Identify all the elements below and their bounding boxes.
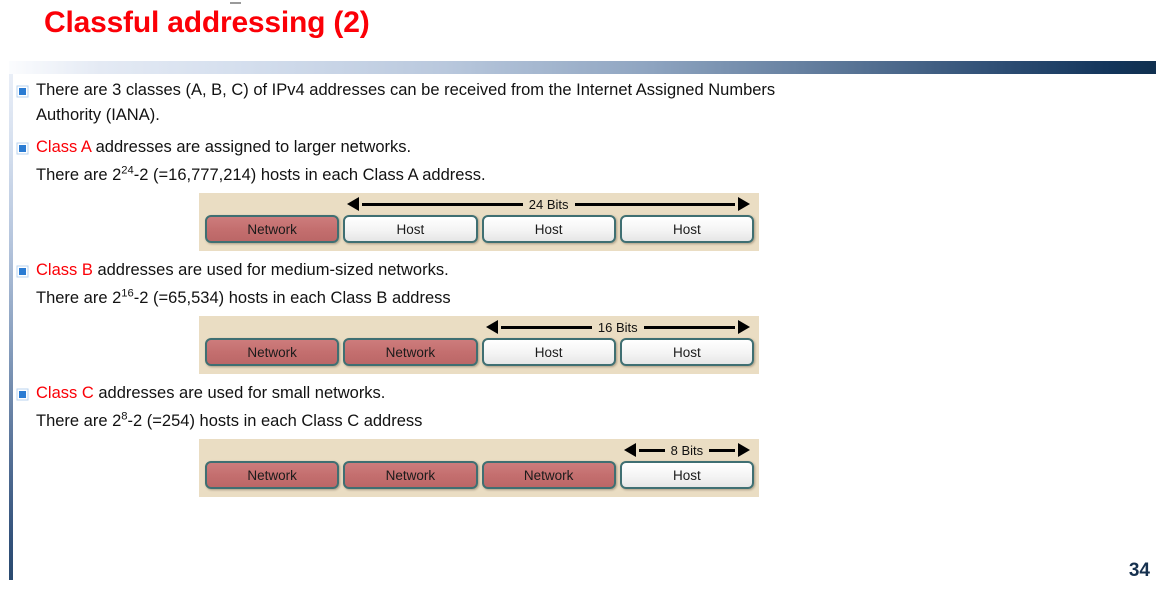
list-item: Class B addresses are used for medium-si… [0, 258, 1170, 283]
class-label: Class B [36, 261, 93, 279]
bullet-square-icon [19, 88, 26, 95]
host-octet-block: Host [481, 215, 616, 243]
bullet-square-icon [19, 268, 26, 275]
intro-line-1: There are 3 classes (A, B, C) of IPv4 ad… [36, 81, 776, 99]
intro-line-2-row: Authority (IANA). [0, 103, 1170, 128]
bits-label: 16 Bits [597, 319, 638, 335]
hosts-count-prefix: There are 2 [36, 289, 122, 307]
octet-row: Network Network Host Host [199, 338, 759, 368]
address-format-diagram: 8 Bits Network Network Network Host [199, 439, 759, 497]
arrow-shaft-left [500, 325, 592, 329]
arrow-right-icon [738, 320, 750, 334]
arrow-shaft-right [643, 325, 735, 329]
network-octet-block: Network [205, 461, 340, 489]
octet-row: Network Network Network Host [199, 461, 759, 491]
page-title: Classful addressing (2) [44, 6, 370, 39]
bits-annotation-row: 16 Bits [199, 316, 759, 338]
network-octet-block: Network [343, 338, 478, 366]
address-format-diagram: 24 Bits Network Host Host Host [199, 193, 759, 251]
hosts-count-prefix: There are 2 [36, 412, 122, 430]
bits-label: 24 Bits [528, 196, 569, 212]
network-octet-block: Network [205, 215, 340, 243]
arrow-left-icon [485, 320, 498, 334]
host-octet-block: Host [481, 338, 616, 366]
hosts-count-prefix: There are 2 [36, 166, 122, 184]
intro-line-2: Authority (IANA). [36, 106, 160, 124]
host-octet-block: Host [619, 338, 754, 366]
list-item: Class A addresses are assigned to larger… [0, 135, 1170, 160]
bits-annotation-row: 8 Bits [199, 439, 759, 461]
host-octet-block: Host [343, 215, 478, 243]
host-octet-block: Host [619, 461, 754, 489]
hosts-count-suffix: -2 (=254) hosts in each Class C address [127, 412, 423, 430]
bits-annotation-row: 24 Bits [199, 193, 759, 215]
list-item: Class C addresses are used for small net… [0, 381, 1170, 406]
bits-span-arrow: 24 Bits [343, 193, 754, 215]
class-headline-text: addresses are used for medium-sized netw… [92, 261, 449, 279]
hosts-count-suffix: -2 (=16,777,214) hosts in each Class A a… [133, 166, 486, 184]
header-gradient-bar [9, 61, 1156, 74]
hosts-count-suffix: -2 (=65,534) hosts in each Class B addre… [133, 289, 451, 307]
hosts-count-exponent: 24 [121, 164, 134, 177]
bullet-square-icon [19, 145, 26, 152]
arrow-left-icon [623, 443, 636, 457]
arrow-shaft-right [574, 202, 735, 206]
hosts-count-row: There are 28-2 (=254) hosts in each Clas… [0, 409, 1170, 434]
bits-label: 8 Bits [670, 442, 704, 458]
hosts-count-exponent: 16 [121, 287, 134, 300]
arrow-shaft-right [709, 448, 736, 452]
network-octet-block: Network [343, 461, 478, 489]
address-format-diagram: 16 Bits Network Network Host Host [199, 316, 759, 374]
octet-row: Network Host Host Host [199, 215, 759, 245]
network-octet-block: Network [481, 461, 616, 489]
hosts-count-row: There are 224-2 (=16,777,214) hosts in e… [0, 163, 1170, 188]
bullet-square-icon [19, 391, 26, 398]
slide-content: There are 3 classes (A, B, C) of IPv4 ad… [0, 74, 1170, 497]
class-sections: Class A addresses are assigned to larger… [0, 135, 1170, 497]
host-octet-block: Host [619, 215, 754, 243]
title-underscore-mark [230, 2, 241, 4]
arrow-shaft-left [638, 448, 665, 452]
class-label: Class C [36, 384, 94, 402]
arrow-right-icon [738, 197, 750, 211]
bits-span-arrow: 8 Bits [620, 439, 754, 461]
bits-span-arrow: 16 Bits [482, 316, 755, 338]
class-label: Class A [36, 138, 92, 156]
network-octet-block: Network [205, 338, 340, 366]
list-item: There are 3 classes (A, B, C) of IPv4 ad… [0, 78, 1170, 103]
class-headline-text: addresses are assigned to larger network… [91, 138, 412, 156]
arrow-right-icon [738, 443, 751, 457]
class-headline-text: addresses are used for small networks. [93, 384, 386, 402]
hosts-count-row: There are 216-2 (=65,534) hosts in each … [0, 286, 1170, 311]
page-number: 34 [1128, 560, 1150, 581]
arrow-left-icon [347, 197, 360, 211]
arrow-shaft-left [362, 202, 523, 206]
